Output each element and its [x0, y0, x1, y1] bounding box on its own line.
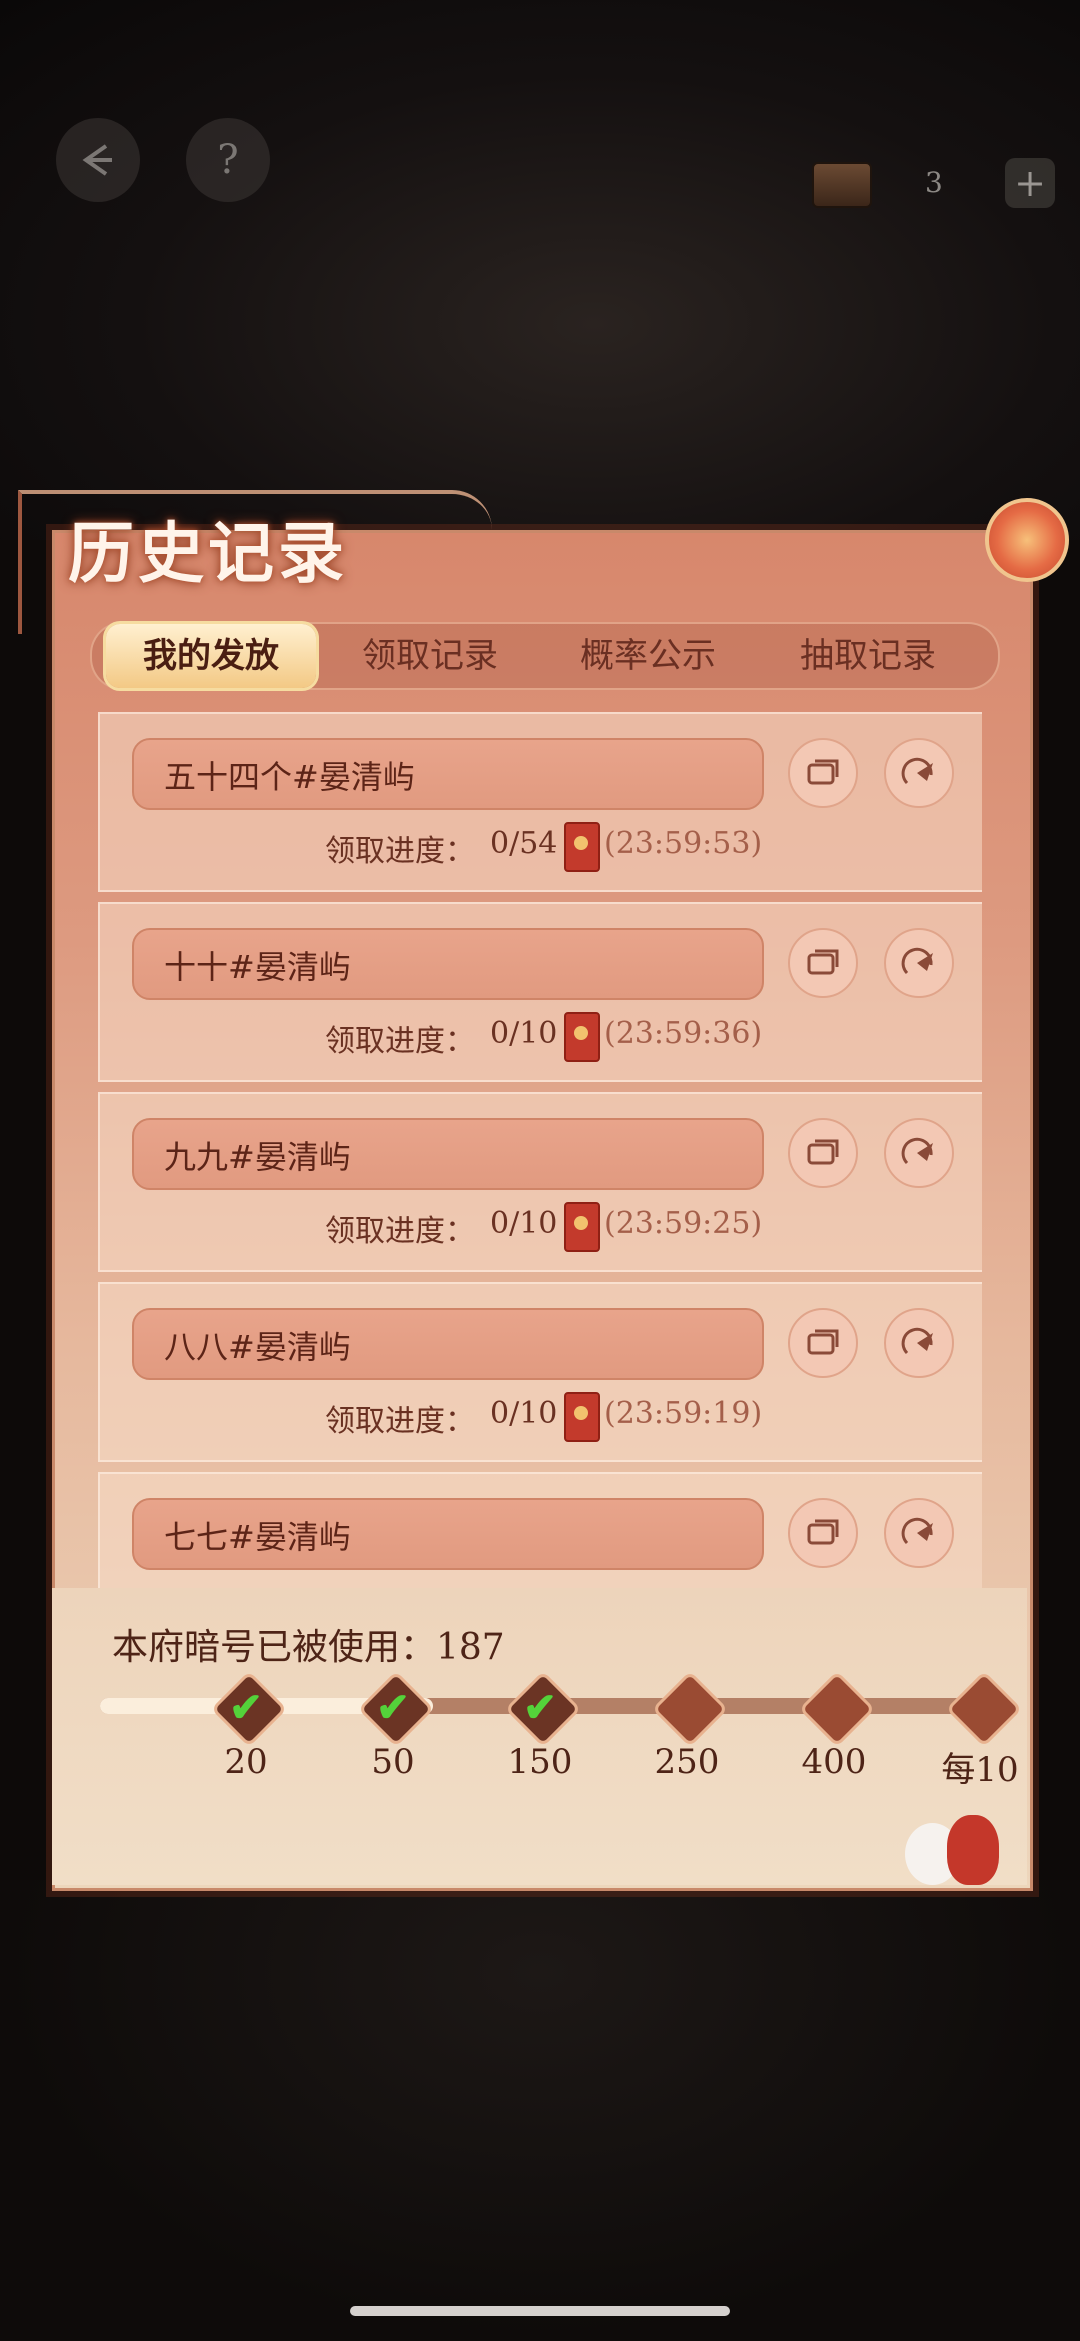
tab-probability[interactable]: 概率公示 [548, 624, 748, 688]
remaining-time: (23:59:53) [604, 826, 763, 861]
corner-ornament-icon [985, 498, 1069, 582]
progress-value: 0/10 [490, 1396, 558, 1431]
milestone-label: 每10 [941, 1750, 1019, 1790]
record-card: 十十#晏清屿 领取进度： 0/10 (23:59:36) [98, 902, 982, 1082]
check-icon: ✔ [229, 1684, 263, 1731]
copy-button[interactable] [788, 1308, 858, 1378]
milestone-label: 20 [224, 1742, 268, 1782]
record-card: 七七#晏清屿 [98, 1472, 982, 1588]
add-currency-button[interactable]: + [1005, 158, 1055, 208]
progress-label: 领取进度： [325, 1024, 475, 1059]
copy-icon [807, 759, 839, 785]
share-icon [901, 1137, 933, 1165]
currency-count: 3 [925, 166, 943, 199]
progress-value: 0/54 [490, 826, 558, 861]
record-list[interactable]: 五十四个#晏清屿 领取进度： 0/54 (23:59:53) 十十#晏清屿 领取… [98, 712, 982, 1588]
copy-button[interactable] [788, 1118, 858, 1188]
milestone-label: 400 [801, 1742, 867, 1782]
record-name: 八八#晏清屿 [164, 1328, 351, 1366]
share-button[interactable] [884, 1498, 954, 1568]
check-icon: ✔ [376, 1684, 410, 1731]
tab-my-issued[interactable]: 我的发放 [106, 624, 316, 688]
panel-title: 历史记录 [68, 514, 348, 592]
copy-icon [807, 1139, 839, 1165]
record-name: 七七#晏清屿 [164, 1518, 351, 1556]
help-button[interactable]: ? [186, 118, 270, 202]
tab-draw-records[interactable]: 抽取记录 [768, 624, 968, 688]
check-icon: ✔ [523, 1684, 557, 1731]
progress-label: 领取进度： [325, 1404, 475, 1439]
record-card: 八八#晏清屿 领取进度： 0/10 (23:59:19) [98, 1282, 982, 1462]
share-icon [901, 1517, 933, 1545]
progress-value: 0/10 [490, 1206, 558, 1241]
currency-counter: 3 + [800, 150, 1060, 220]
red-envelope-icon [564, 822, 600, 872]
remaining-time: (23:59:25) [604, 1206, 763, 1241]
share-button[interactable] [884, 738, 954, 808]
share-button[interactable] [884, 928, 954, 998]
record-name-box: 五十四个#晏清屿 [132, 738, 764, 810]
record-card: 五十四个#晏清屿 领取进度： 0/54 (23:59:53) [98, 712, 982, 892]
red-envelope-icon [564, 1202, 600, 1252]
copy-icon [807, 949, 839, 975]
tab-bar: 我的发放 领取记录 概率公示 抽取记录 [90, 622, 1000, 690]
record-card: 九九#晏清屿 领取进度： 0/10 (23:59:25) [98, 1092, 982, 1272]
background-scene-bottom [0, 1880, 1080, 2341]
tab-claim-records[interactable]: 领取记录 [330, 624, 530, 688]
mascot-with-lucky-bag-icon [895, 1805, 1005, 1900]
copy-button[interactable] [788, 928, 858, 998]
record-name-box: 九九#晏清屿 [132, 1118, 764, 1190]
remaining-time: (23:59:19) [604, 1396, 763, 1431]
share-button[interactable] [884, 1308, 954, 1378]
share-icon [901, 1327, 933, 1355]
share-icon [901, 757, 933, 785]
milestone-label: 150 [507, 1742, 573, 1782]
copy-icon [807, 1519, 839, 1545]
background-scene-top [0, 0, 1080, 540]
copy-icon [807, 1329, 839, 1355]
record-name-box: 十十#晏清屿 [132, 928, 764, 1000]
record-name: 五十四个#晏清屿 [164, 758, 415, 796]
back-button[interactable] [56, 118, 140, 202]
back-arrow-icon [82, 144, 112, 176]
record-name-box: 八八#晏清屿 [132, 1308, 764, 1380]
copy-button[interactable] [788, 1498, 858, 1568]
copy-button[interactable] [788, 738, 858, 808]
record-name: 十十#晏清屿 [164, 948, 351, 986]
milestone-label: 250 [654, 1742, 720, 1782]
progress-value: 0/10 [490, 1016, 558, 1051]
record-name-box: 七七#晏清屿 [132, 1498, 764, 1570]
chest-icon [812, 162, 872, 208]
progress-label: 领取进度： [325, 1214, 475, 1249]
share-button[interactable] [884, 1118, 954, 1188]
home-indicator [350, 2306, 730, 2316]
share-icon [901, 947, 933, 975]
usage-count-label: 本府暗号已被使用：187 [112, 1627, 505, 1668]
remaining-time: (23:59:36) [604, 1016, 763, 1051]
help-icon: ? [217, 137, 239, 183]
progress-label: 领取进度： [325, 834, 475, 869]
red-envelope-icon [564, 1392, 600, 1442]
record-name: 九九#晏清屿 [164, 1138, 351, 1176]
red-envelope-icon [564, 1012, 600, 1062]
milestone-label: 50 [371, 1742, 415, 1782]
